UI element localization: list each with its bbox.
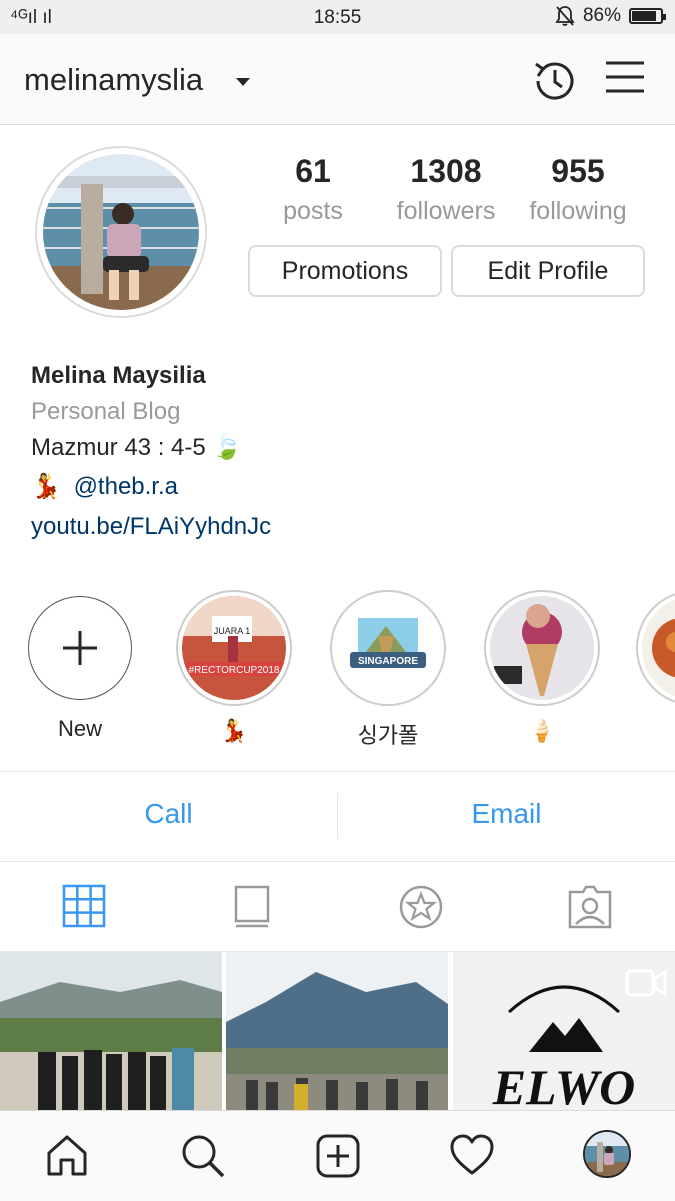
- highlight-food[interactable]: [636, 590, 675, 706]
- heart-icon[interactable]: [449, 1133, 495, 1177]
- profile-tab-avatar[interactable]: [583, 1130, 631, 1178]
- profile-avatar[interactable]: [35, 146, 207, 318]
- posts-count: 61: [295, 153, 331, 189]
- divider: [0, 861, 675, 862]
- home-icon[interactable]: [45, 1133, 89, 1177]
- battery-icon: [629, 8, 666, 24]
- tagged-photos-icon[interactable]: [567, 884, 613, 930]
- grid-view-icon[interactable]: [62, 884, 106, 928]
- history-icon[interactable]: [530, 56, 580, 106]
- followers-label: followers: [396, 197, 496, 225]
- bio-text: Mazmur 43 : 4-5 🍃: [31, 434, 243, 461]
- video-camera-icon: [625, 969, 667, 997]
- mention-link[interactable]: @theb.r.a: [74, 473, 178, 500]
- trophy-sign: JUARA 1: [214, 626, 251, 636]
- account-switcher[interactable]: melinamyslia: [24, 62, 203, 98]
- bell-muted-icon: [555, 6, 575, 26]
- highlight-cover-text: SINGAPORE: [358, 656, 418, 667]
- chevron-down-icon[interactable]: [236, 78, 250, 86]
- grid-logo-text: ELWO: [492, 1059, 636, 1110]
- followers-count: 1308: [410, 153, 482, 189]
- call-button[interactable]: Call: [0, 798, 337, 830]
- profile-name: Melina Maysilia: [31, 362, 206, 389]
- highlight-cover-text: #RECTORCUP2018: [189, 665, 280, 676]
- status-bar: ⁴ᴳıl ıl 18:55 86%: [0, 0, 675, 34]
- profile-header: melinamyslia: [0, 34, 675, 125]
- hamburger-menu-icon[interactable]: [604, 58, 646, 98]
- stat-posts[interactable]: 61 posts: [243, 150, 383, 230]
- edit-profile-button[interactable]: Edit Profile: [451, 245, 645, 297]
- plus-icon: [63, 631, 97, 665]
- stat-followers[interactable]: 1308 followers: [376, 150, 516, 230]
- feed-view-icon[interactable]: [233, 884, 271, 930]
- highlight-label: 🍦: [528, 718, 556, 743]
- highlight-icecream[interactable]: 🍦: [482, 590, 602, 748]
- profile-category: Personal Blog: [31, 398, 181, 425]
- highlight-label: 싱가폴: [357, 723, 419, 748]
- search-icon[interactable]: [180, 1133, 226, 1179]
- highlight-rectorcup[interactable]: JUARA 1 #RECTORCUP2018 💃: [174, 590, 294, 748]
- website-link[interactable]: youtu.be/FLAiYyhdnJc: [31, 513, 271, 541]
- highlight-label: 💃: [220, 718, 248, 743]
- new-post-icon[interactable]: [315, 1133, 361, 1179]
- promotions-button[interactable]: Promotions: [248, 245, 442, 297]
- battery-percent: 86%: [582, 5, 621, 26]
- grid-photo[interactable]: [0, 952, 222, 1110]
- highlight-singapore[interactable]: SINGAPORE 싱가폴: [328, 590, 448, 748]
- grid-photo[interactable]: [226, 952, 448, 1110]
- dancer-emoji: 💃: [31, 473, 61, 500]
- highlight-label: New: [57, 716, 102, 741]
- following-count: 955: [551, 153, 605, 189]
- bottom-navigation: [0, 1110, 675, 1201]
- posts-label: posts: [283, 197, 343, 225]
- saved-star-icon[interactable]: [398, 884, 444, 930]
- highlight-new[interactable]: New: [20, 590, 140, 746]
- grid-photo-video[interactable]: ELWO: [453, 952, 675, 1110]
- following-label: following: [529, 197, 627, 225]
- email-button[interactable]: Email: [338, 798, 675, 830]
- divider: [0, 771, 675, 772]
- stat-following[interactable]: 955 following: [508, 150, 648, 230]
